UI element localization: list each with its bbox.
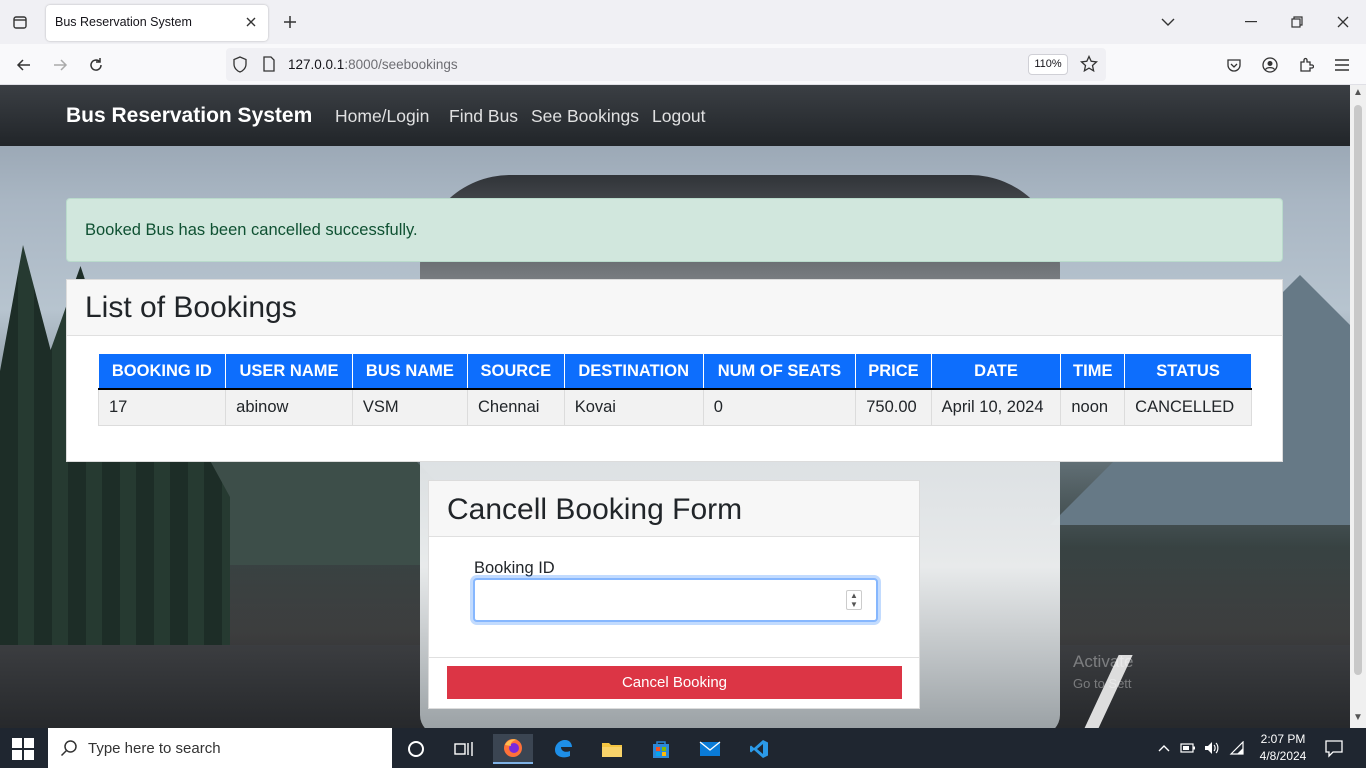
activation-watermark-sub: Go to Sett xyxy=(1073,676,1132,691)
notification-icon[interactable] xyxy=(1324,738,1344,758)
column-header: BUS NAME xyxy=(352,354,468,390)
taskbar-search-box[interactable]: Type here to search xyxy=(48,728,392,768)
column-header: BOOKING ID xyxy=(98,354,227,390)
bookings-title: List of Bookings xyxy=(85,291,297,324)
nav-link-home-login[interactable]: Home/Login xyxy=(335,106,429,127)
table-cell: Kovai xyxy=(564,389,704,426)
hamburger-menu-icon[interactable] xyxy=(1330,53,1354,77)
shield-icon[interactable] xyxy=(232,56,248,78)
vertical-scrollbar[interactable]: ▲ ▼ xyxy=(1350,85,1366,728)
close-window-icon[interactable] xyxy=(1329,8,1357,36)
battery-icon[interactable] xyxy=(1180,740,1196,756)
table-cell: CANCELLED xyxy=(1124,389,1252,426)
table-row: 17 abinow VSM Chennai Kovai 0 750.00 Apr… xyxy=(97,389,1252,426)
store-icon[interactable] xyxy=(641,734,681,764)
address-bar[interactable]: 127.0.0.1:8000/seebookings 110% xyxy=(226,48,1106,81)
column-header: STATUS xyxy=(1124,354,1252,390)
number-spinner-icon[interactable]: ▲ ▼ xyxy=(846,590,862,610)
browser-tab[interactable]: Bus Reservation System xyxy=(46,5,268,41)
browser-tab-bar: Bus Reservation System xyxy=(0,0,1366,44)
close-tab-icon[interactable] xyxy=(242,13,260,31)
forward-icon[interactable] xyxy=(48,53,72,77)
booking-id-label: Booking ID xyxy=(474,559,555,577)
form-divider xyxy=(429,657,919,658)
table-cell: April 10, 2024 xyxy=(931,389,1062,426)
column-header: TIME xyxy=(1060,354,1126,390)
file-explorer-icon[interactable] xyxy=(592,734,632,764)
column-header: DESTINATION xyxy=(564,354,704,390)
windows-start-icon[interactable] xyxy=(12,738,34,760)
success-alert: Booked Bus has been cancelled successful… xyxy=(66,198,1283,262)
reload-icon[interactable] xyxy=(84,53,108,77)
page-info-icon[interactable] xyxy=(262,56,276,77)
search-placeholder: Type here to search xyxy=(88,740,221,757)
search-icon xyxy=(60,739,78,762)
bookings-card: List of Bookings BOOKING ID USER NAME BU… xyxy=(66,279,1283,462)
table-header-row: BOOKING ID USER NAME BUS NAME SOURCE DES… xyxy=(98,354,1252,390)
account-icon[interactable] xyxy=(1258,53,1282,77)
browser-toolbar: 127.0.0.1:8000/seebookings 110% xyxy=(0,44,1366,85)
zoom-level-badge[interactable]: 110% xyxy=(1028,54,1068,75)
table-cell: abinow xyxy=(225,389,353,426)
table-cell: VSM xyxy=(352,389,468,426)
mail-icon[interactable] xyxy=(690,734,730,764)
scroll-up-icon[interactable]: ▲ xyxy=(1350,87,1366,101)
edge-icon[interactable] xyxy=(543,734,583,764)
column-header: USER NAME xyxy=(225,354,353,390)
form-header: Cancell Booking Form xyxy=(429,481,919,537)
nav-link-logout[interactable]: Logout xyxy=(652,106,706,127)
activation-watermark: Activate xyxy=(1073,652,1134,671)
table-cell: 0 xyxy=(703,389,857,426)
column-header: NUM OF SEATS xyxy=(703,354,857,390)
bookings-card-header: List of Bookings xyxy=(67,280,1282,336)
clock-time: 2:07 PM xyxy=(1260,732,1306,746)
clock-date: 4/8/2024 xyxy=(1259,749,1307,763)
tab-title: Bus Reservation System xyxy=(55,15,192,29)
bookmark-star-icon[interactable] xyxy=(1079,54,1099,78)
vscode-icon[interactable] xyxy=(739,734,779,764)
column-header: DATE xyxy=(931,354,1062,390)
alert-message: Booked Bus has been cancelled successful… xyxy=(85,221,418,239)
list-all-tabs-icon[interactable] xyxy=(1154,8,1182,36)
extensions-icon[interactable] xyxy=(1294,53,1318,77)
url-path: :8000/seebookings xyxy=(344,57,458,72)
table-cell: Chennai xyxy=(467,389,565,426)
page-viewport: Bus Reservation System Home/Login Find B… xyxy=(0,85,1350,728)
url-text[interactable]: 127.0.0.1:8000/seebookings xyxy=(288,57,458,72)
url-host: 127.0.0.1 xyxy=(288,57,345,72)
navbar-brand[interactable]: Bus Reservation System xyxy=(66,104,312,128)
booking-id-input[interactable]: ▲ ▼ xyxy=(473,578,878,622)
nav-link-see-bookings[interactable]: See Bookings xyxy=(531,106,639,127)
site-navbar: Bus Reservation System Home/Login Find B… xyxy=(0,85,1350,146)
column-header: PRICE xyxy=(855,354,932,390)
chevron-up-icon[interactable] xyxy=(1156,740,1172,756)
windows-taskbar: Type here to search 2:07 PM 4/8/2024 xyxy=(0,728,1366,768)
task-view-icon[interactable] xyxy=(444,734,484,764)
table-cell: noon xyxy=(1060,389,1126,426)
scroll-thumb[interactable] xyxy=(1354,105,1362,675)
tab-list-icon[interactable] xyxy=(10,12,30,32)
cancel-booking-form: Cancell Booking Form Booking ID ▲ ▼ Cance… xyxy=(428,480,920,709)
firefox-icon[interactable] xyxy=(493,734,533,764)
nav-link-find-bus[interactable]: Find Bus xyxy=(449,106,518,127)
back-icon[interactable] xyxy=(12,53,36,77)
scroll-down-icon[interactable]: ▼ xyxy=(1350,712,1366,726)
cancel-booking-button[interactable]: Cancel Booking xyxy=(447,666,902,699)
pocket-icon[interactable] xyxy=(1222,53,1246,77)
table-cell: 750.00 xyxy=(855,389,932,426)
new-tab-icon[interactable] xyxy=(280,12,300,32)
table-cell: 17 xyxy=(97,389,227,426)
taskbar-clock[interactable]: 2:07 PM 4/8/2024 xyxy=(1255,731,1311,765)
column-header: SOURCE xyxy=(467,354,565,390)
volume-icon[interactable] xyxy=(1204,740,1220,756)
bookings-table: BOOKING ID USER NAME BUS NAME SOURCE DES… xyxy=(97,354,1252,426)
form-title: Cancell Booking Form xyxy=(447,493,743,526)
wifi-icon[interactable] xyxy=(1229,740,1245,756)
cortana-icon[interactable] xyxy=(396,734,436,764)
restore-icon[interactable] xyxy=(1283,8,1311,36)
minimize-icon[interactable] xyxy=(1237,8,1265,36)
